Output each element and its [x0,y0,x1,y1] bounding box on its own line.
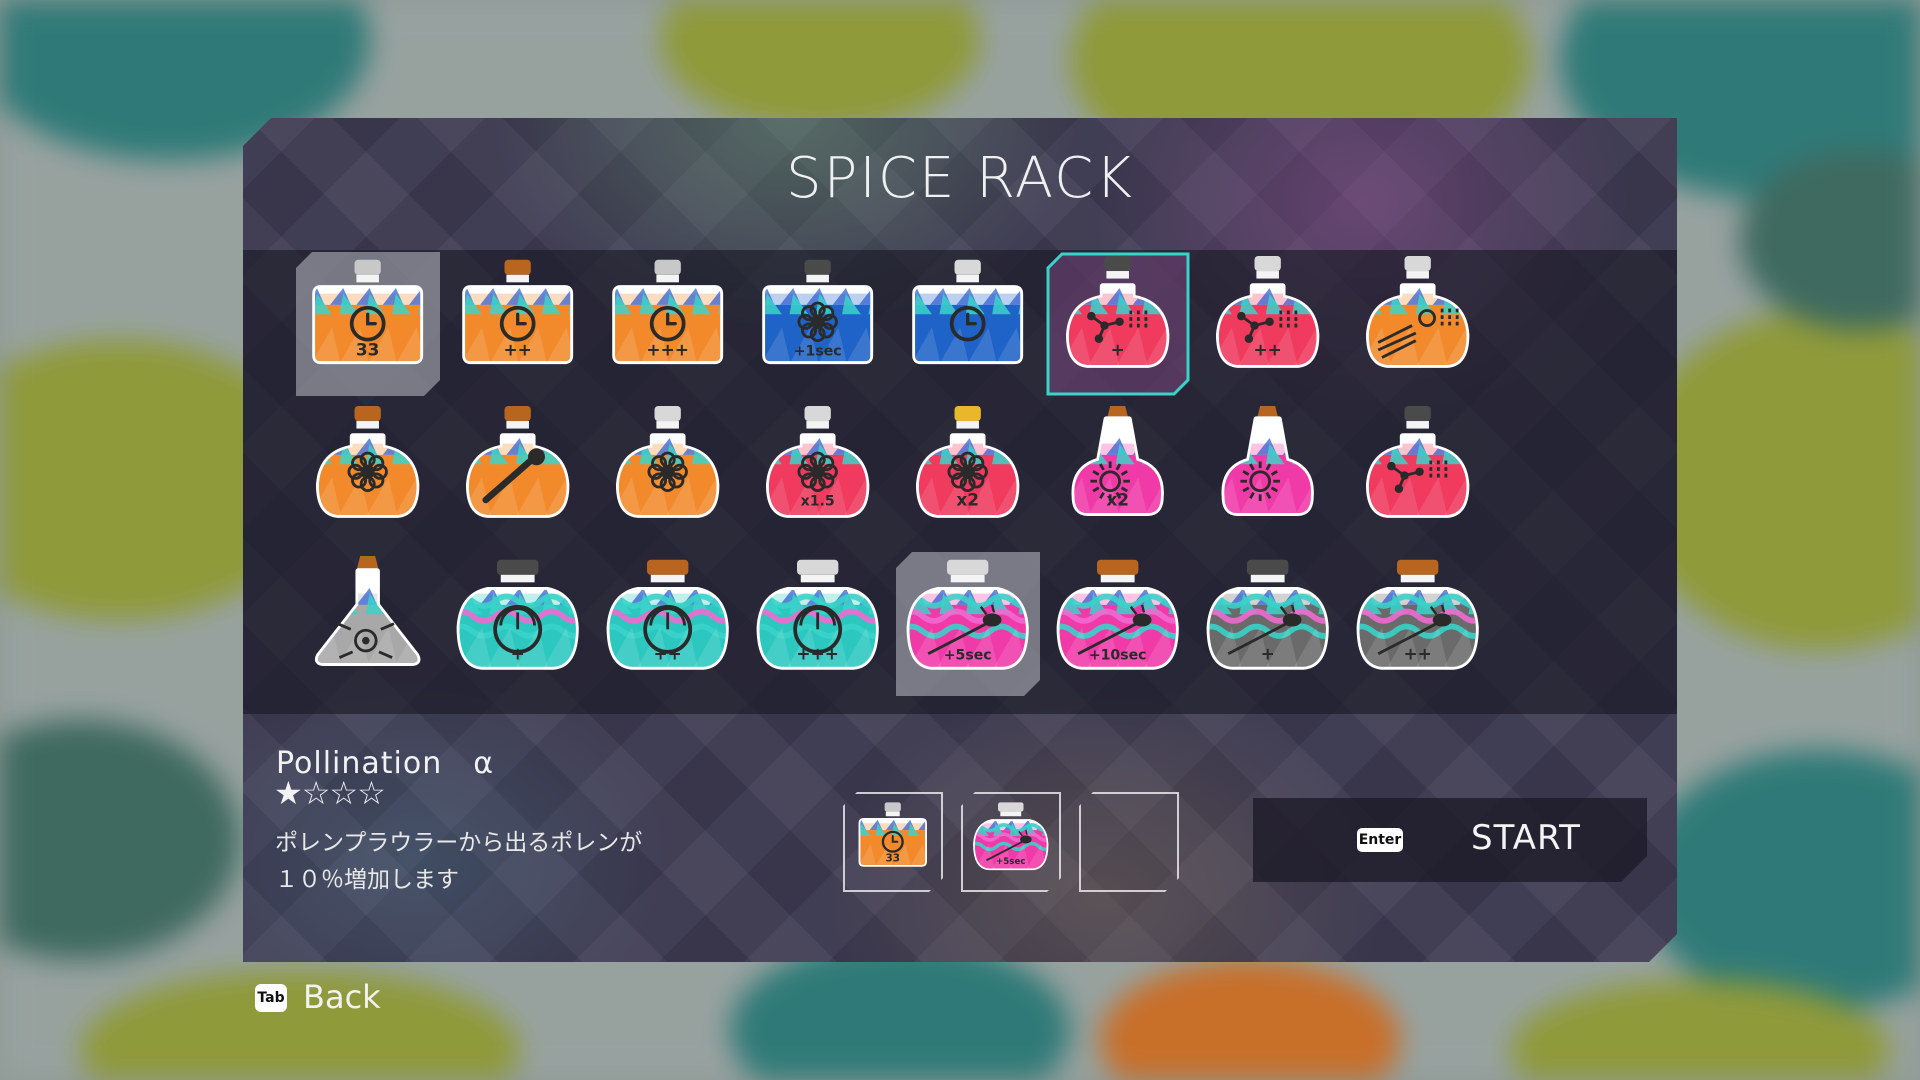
svg-text:++: ++ [654,643,682,663]
clock-bottle-icon: +++ [596,252,740,396]
svg-text:33: 33 [356,340,380,360]
sun-bottle-icon: x2 [1046,402,1190,546]
spice-slot[interactable] [896,252,1040,396]
svg-text:+: + [1261,643,1275,663]
svg-text:+++: +++ [796,643,839,663]
spice-slot[interactable] [1346,252,1490,396]
svg-text:++: ++ [1254,340,1282,360]
spice-slot[interactable] [446,402,590,546]
rarity-stars: ★☆☆☆ [274,774,385,812]
spice-slot[interactable] [596,402,740,546]
svg-text:+5sec: +5sec [996,857,1026,867]
spice-slot[interactable]: + [1196,552,1340,696]
clock-bottle-icon: ++ [446,252,590,396]
spice-rack-panel: SPICE RACK 33 ++ +++ +1sec + ++ x1.5 x2 x2 + ++ +++… [243,118,1677,962]
svg-text:x2: x2 [956,490,979,510]
bee-bottle-icon: ++ [1346,552,1490,696]
flower-bottle-icon [596,402,740,546]
spice-slot[interactable] [1346,402,1490,546]
equipped-slot-1[interactable]: 33 [843,792,943,892]
spice-slot[interactable]: +++ [596,252,740,396]
start-label: START [1471,818,1581,858]
spice-slot[interactable]: +++ [746,552,890,696]
svg-text:+: + [1111,340,1125,360]
svg-text:x2: x2 [1106,490,1129,510]
flower-bottle-icon: x2 [896,402,1040,546]
spice-slot[interactable]: +5sec [896,552,1040,696]
spice-description-line1: ポレンプラウラーから出るポレンが [275,830,643,856]
equipped-bottle-icon: 33 [845,794,941,890]
page-title: SPICE RACK [786,146,1134,211]
enter-key-icon: Enter [1357,828,1403,852]
start-button[interactable]: Enter START [1253,798,1647,882]
dial-bottle-icon: +++ [746,552,890,696]
bee-bottle-icon: + [1196,552,1340,696]
svg-text:33: 33 [885,852,900,864]
spice-slot[interactable]: + [1046,252,1190,396]
bee-bottle-icon: +10sec [1046,552,1190,696]
spice-slot[interactable] [296,552,440,696]
spice-slot[interactable]: +10sec [1046,552,1190,696]
svg-text:+: + [511,643,525,663]
equipped-bottle-icon: +5sec [963,794,1059,890]
spice-slot[interactable]: ++ [596,552,740,696]
spice-slot[interactable]: ++ [1196,252,1340,396]
spice-slot[interactable]: x1.5 [746,402,890,546]
equipped-slot-2[interactable]: +5sec [961,792,1061,892]
eye-bottle-icon [296,552,440,696]
flower-bottle-icon: x1.5 [746,402,890,546]
syringe-bottle-icon [446,402,590,546]
spice-slot[interactable] [296,402,440,546]
svg-text:++: ++ [504,340,532,360]
svg-text:+++: +++ [646,340,689,360]
spice-description-line2: １０％増加します [275,867,459,893]
clock-bottle-icon: 33 [296,252,440,396]
svg-text:++: ++ [1404,643,1432,663]
svg-text:+10sec: +10sec [1089,647,1147,663]
svg-text:+1sec: +1sec [794,344,842,360]
spice-slot[interactable]: ++ [1346,552,1490,696]
spice-slot[interactable]: +1sec [746,252,890,396]
bee-bottle-icon: +5sec [896,552,1040,696]
spice-slot[interactable]: 33 [296,252,440,396]
equipped-slot-3[interactable] [1079,792,1179,892]
dial-bottle-icon: ++ [596,552,740,696]
molecule-bottle-icon: ++ [1196,252,1340,396]
flower-bottle-icon: +1sec [746,252,890,396]
molecule-bottle-icon [1346,402,1490,546]
back-label: Back [303,978,381,1016]
spice-slot[interactable]: + [446,552,590,696]
tab-key-icon: Tab [255,984,287,1012]
spice-slot[interactable]: x2 [1046,402,1190,546]
flower-bottle-icon [296,402,440,546]
spice-slot[interactable]: ++ [446,252,590,396]
sun-bottle-icon [1196,402,1340,546]
burst-bottle-icon [1346,252,1490,396]
dial-bottle-icon: + [446,552,590,696]
molecule-bottle-icon: + [1046,252,1190,396]
spice-grid: 33 ++ +++ +1sec + ++ x1.5 x2 x2 + ++ +++ +5sec +10sec… [243,250,1677,714]
spice-slot[interactable] [1196,402,1340,546]
clock-bottle-icon [896,252,1040,396]
spice-slot[interactable]: x2 [896,402,1040,546]
svg-text:+5sec: +5sec [944,647,992,663]
svg-text:x1.5: x1.5 [801,494,835,510]
